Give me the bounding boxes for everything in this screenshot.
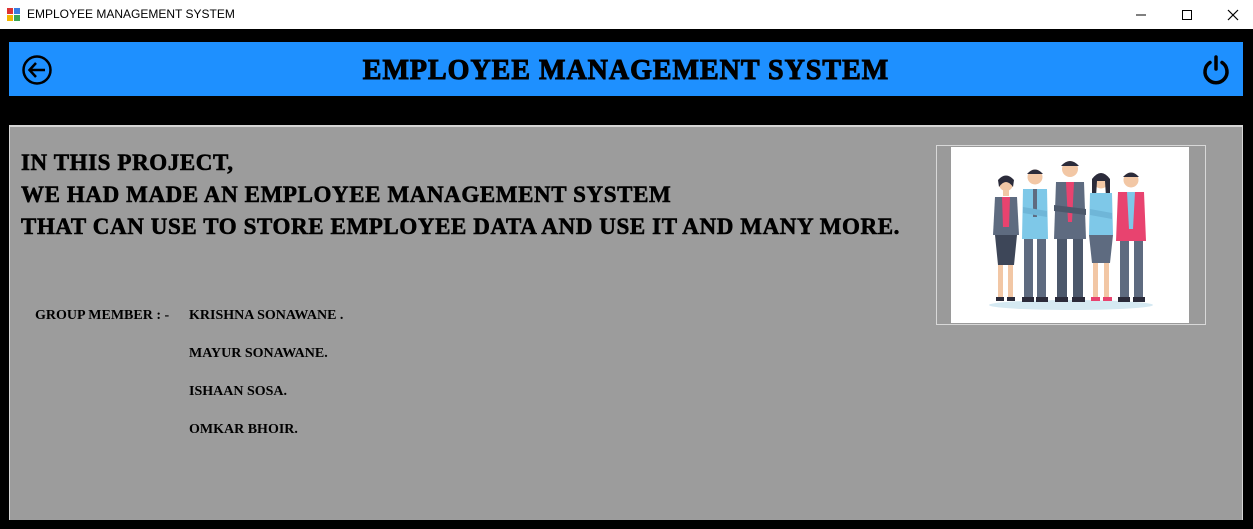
maximize-button[interactable] [1164, 0, 1210, 29]
window-titlebar: EMPLOYEE MANAGEMENT SYSTEM [0, 0, 1253, 29]
member-name: KRISHNA SONAWANE . [189, 308, 344, 323]
power-button[interactable] [1200, 54, 1232, 86]
team-picture-box [936, 145, 1206, 325]
member-name: OMKAR BHOIR. [189, 422, 298, 437]
about-panel: IN THIS PROJECT, WE HAD MADE AN EMPLOYEE… [9, 125, 1243, 520]
intro-line: IN THIS PROJECT, [21, 150, 234, 176]
member-name: ISHAAN SOSA. [189, 384, 288, 399]
minimize-button[interactable] [1118, 0, 1164, 29]
header-title: EMPLOYEE MANAGEMENT SYSTEM [362, 55, 890, 87]
group-member-label: GROUP MEMBER : - [35, 308, 170, 323]
intro-line: WE HAD MADE AN EMPLOYEE MANAGEMENT SYSTE… [21, 182, 672, 208]
power-icon [1203, 55, 1229, 85]
close-button[interactable] [1210, 0, 1253, 29]
team-illustration [951, 147, 1189, 323]
project-description: IN THIS PROJECT, WE HAD MADE AN EMPLOYEE… [21, 147, 900, 243]
app-header: EMPLOYEE MANAGEMENT SYSTEM [9, 42, 1243, 96]
intro-line: THAT CAN USE TO STORE EMPLOYEE DATA AND … [21, 214, 901, 240]
app-icon [7, 8, 20, 21]
member-name: MAYUR SONAWANE. [189, 346, 328, 361]
minimize-icon [1136, 14, 1146, 15]
close-icon [1227, 9, 1239, 20]
window-title: EMPLOYEE MANAGEMENT SYSTEM [27, 7, 235, 21]
maximize-icon [1182, 9, 1192, 20]
